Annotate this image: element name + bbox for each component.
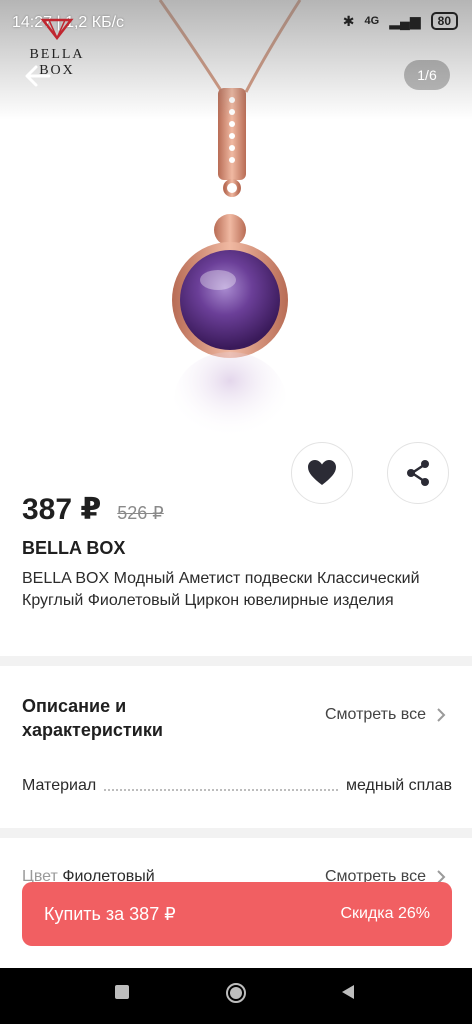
back-nav-icon[interactable] [340, 984, 356, 1000]
old-price: 526 ₽ [117, 503, 164, 523]
recents-icon[interactable] [114, 984, 130, 1000]
bluetooth-icon: ✱ [342, 12, 355, 29]
spec-value: медный сплав [346, 777, 452, 794]
network-label: 4G [364, 15, 380, 27]
section-divider [0, 828, 472, 838]
product-title: BELLA BOX Модный Аметист подвески Класси… [22, 570, 420, 609]
spec-dots [104, 781, 338, 791]
battery-indicator: 80 [430, 12, 458, 30]
description-see-all-link[interactable]: Смотреть все [325, 706, 446, 724]
price-row: 387 ₽ 526 ₽ [22, 492, 164, 527]
spec-label: Материал [22, 777, 97, 794]
chevron-right-icon [437, 708, 446, 722]
see-all-label: Смотреть все [324, 706, 426, 723]
status-icons: ✱ 4G ▂▄▆ 80 [343, 12, 458, 30]
home-icon[interactable] [225, 982, 247, 1004]
favorite-button[interactable] [291, 442, 353, 504]
arrow-left-icon [25, 65, 51, 87]
discount-label: Скидка 26% [340, 905, 430, 922]
description-heading: Описание и характеристики [22, 696, 163, 740]
diamond-logo-icon [40, 18, 74, 41]
signal-icon: ▂▄▆ [389, 12, 421, 29]
section-divider [0, 656, 472, 666]
product-brand[interactable]: BELLA BOX [22, 538, 125, 559]
share-button[interactable] [387, 442, 449, 504]
back-button[interactable] [22, 60, 54, 92]
image-counter: 1/6 [404, 60, 450, 90]
spec-row-material: Материал медный сплав [22, 777, 452, 795]
share-icon [407, 460, 429, 486]
buy-button[interactable]: Купить за 387 ₽ Скидка 26% [22, 882, 452, 946]
current-price: 387 ₽ [22, 493, 102, 526]
buy-button-label: Купить за 387 ₽ [44, 903, 176, 924]
system-navigation-bar [0, 968, 472, 1024]
heart-icon [308, 460, 336, 485]
